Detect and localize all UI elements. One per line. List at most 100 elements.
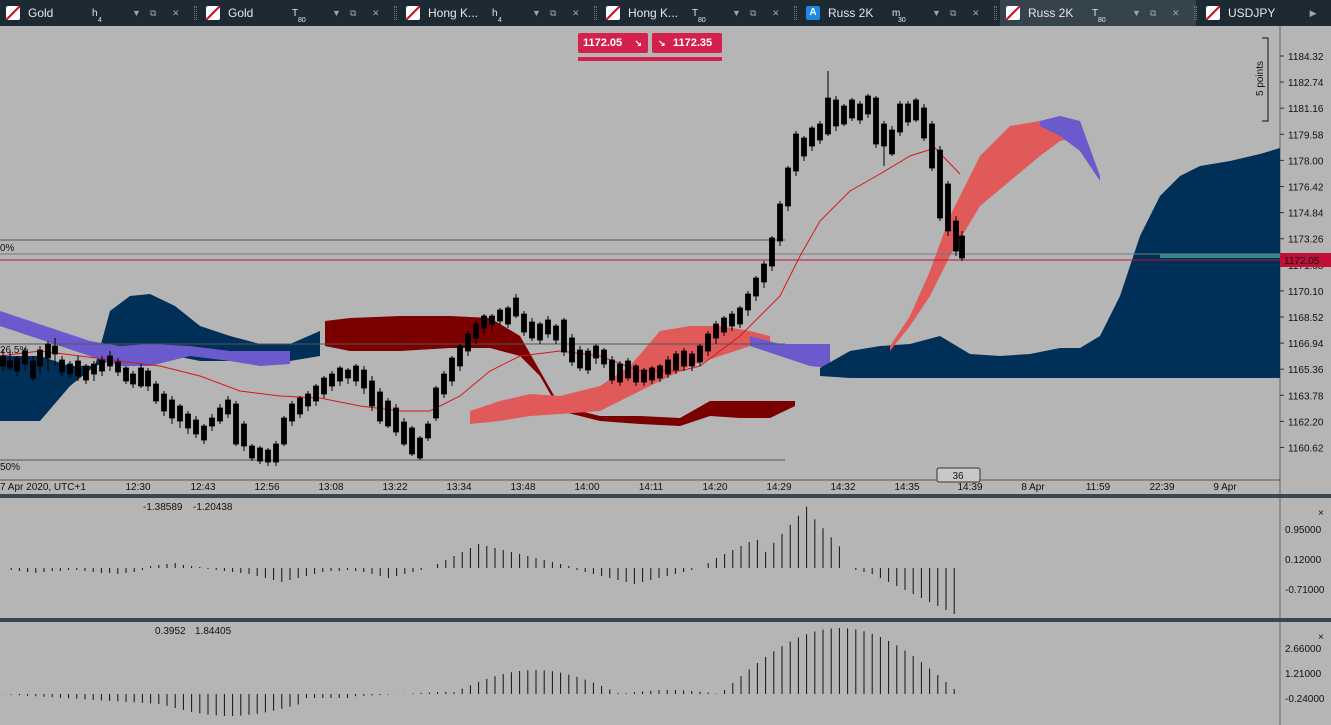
ind1-axis-label: 0.12000 — [1285, 555, 1322, 566]
timeframe-label[interactable]: T 80 — [1092, 8, 1132, 24]
bid-arrow-icon: ↘ — [634, 38, 642, 48]
indicator-pane-2[interactable]: 0.3952 1.84405 2.66000 1.21000 -0.24000 × — [0, 622, 1331, 725]
dropdown-icon[interactable]: ▼ — [332, 8, 350, 18]
tab-5[interactable]: Russ 2K T 80 ▼ ⧉ ✕ — [994, 0, 1196, 26]
candle-body — [130, 373, 136, 385]
candlesticks[interactable] — [0, 71, 965, 466]
time-axis-label: 14:39 — [957, 482, 982, 493]
grip-icon[interactable] — [1194, 6, 1197, 20]
detach-icon[interactable]: ⧉ — [350, 8, 372, 19]
timeframe-label[interactable]: h4 — [492, 8, 532, 24]
detach-icon[interactable]: ⧉ — [950, 8, 972, 19]
close-icon[interactable]: ✕ — [772, 8, 794, 19]
candle-body — [449, 357, 455, 382]
candle-body — [67, 363, 73, 375]
timeframe-label[interactable]: m 30 — [892, 8, 932, 24]
time-axis-label: 14:00 — [574, 482, 599, 493]
close-icon[interactable]: ✕ — [372, 8, 394, 19]
candle-body — [37, 349, 43, 367]
grip-icon[interactable] — [994, 6, 997, 20]
candle-body — [265, 449, 271, 463]
candle-body — [881, 123, 887, 147]
candle-body — [337, 367, 343, 382]
price-box[interactable]: 1172.05 ↘ ↘ 1172.35 — [578, 33, 722, 59]
candle-body — [385, 400, 391, 427]
candle-body — [361, 369, 367, 389]
candle-body — [297, 397, 303, 415]
detach-icon[interactable]: ⧉ — [1150, 8, 1172, 19]
candle-body — [249, 445, 255, 459]
close-icon[interactable]: ✕ — [972, 8, 994, 19]
kumo-bull-red-right — [890, 116, 1080, 351]
dropdown-icon[interactable]: ▼ — [532, 8, 550, 18]
ind2-value-1: 0.3952 — [155, 626, 186, 637]
tab-1[interactable]: Gold T 80 ▼ ⧉ ✕ — [194, 0, 396, 26]
tab-4[interactable]: A Russ 2K m 30 ▼ ⧉ ✕ — [794, 0, 996, 26]
tab-0[interactable]: Gold h 4 ▼ ⧉ ✕ — [0, 0, 196, 26]
candle-body — [14, 357, 20, 372]
tab-3[interactable]: Hong K... T 80 ▼ ⧉ ✕ — [594, 0, 796, 26]
candle-body — [489, 315, 495, 325]
detach-icon[interactable]: ⧉ — [150, 8, 172, 19]
price-axis-label: 1166.94 — [1288, 339, 1324, 350]
candle-body — [673, 353, 679, 371]
time-axis-label: 12:43 — [190, 482, 215, 493]
time-axis-label: 14:11 — [639, 482, 664, 493]
bid-button[interactable]: 1172.05 ↘ — [578, 33, 648, 53]
candle-body — [705, 333, 711, 352]
grip-icon[interactable] — [394, 6, 397, 20]
badge-text: A — [809, 7, 817, 18]
bid-price: 1172.05 — [583, 37, 623, 49]
close-icon[interactable]: ✕ — [1172, 8, 1194, 19]
close-icon[interactable]: ✕ — [172, 8, 194, 19]
time-axis-label: 11:59 — [1086, 482, 1111, 493]
dropdown-icon[interactable]: ▼ — [1132, 8, 1150, 18]
candle-body — [577, 349, 583, 369]
candle-body — [833, 99, 839, 127]
time-axis-label: 13:48 — [510, 482, 535, 493]
grip-icon[interactable] — [194, 6, 197, 20]
candle-body — [777, 203, 783, 242]
candle-body — [138, 367, 144, 387]
current-price-label: 1172.05 — [1284, 256, 1320, 267]
ask-button[interactable]: ↘ 1172.35 — [652, 33, 722, 53]
dropdown-icon[interactable]: ▼ — [732, 8, 750, 18]
close-icon: × — [1318, 632, 1324, 643]
candle-body — [401, 421, 407, 445]
tab-6[interactable]: USDJPY ▶ — [1194, 0, 1331, 26]
timeframe-label[interactable]: T 80 — [692, 8, 732, 24]
price-chart[interactable]: 0%26.5%50%1184.321182.741181.161179.5811… — [0, 26, 1331, 494]
candle-body — [689, 353, 695, 367]
red-chart-icon — [6, 6, 20, 20]
grip-icon[interactable] — [594, 6, 597, 20]
tab-symbol: Gold — [228, 6, 254, 20]
candle-body — [321, 377, 327, 395]
close-icon[interactable]: ✕ — [572, 8, 594, 19]
candle-body — [75, 360, 81, 377]
detach-icon[interactable]: ⧉ — [550, 8, 572, 19]
cursor-label: 36 — [952, 471, 964, 482]
a-badge-icon: A — [806, 6, 820, 20]
candle-body — [641, 369, 647, 383]
price-axis-label: 1162.20 — [1288, 417, 1324, 428]
detach-icon[interactable]: ⧉ — [750, 8, 772, 19]
candle-body — [649, 367, 655, 381]
grip-icon[interactable] — [794, 6, 797, 20]
tab-2[interactable]: Hong K... h 4 ▼ ⧉ ✕ — [394, 0, 596, 26]
price-axis-label: 1174.84 — [1288, 209, 1324, 220]
dropdown-icon[interactable]: ▼ — [132, 8, 150, 18]
scale-label: 5 points — [1255, 61, 1266, 96]
candle-body — [697, 345, 703, 363]
candle-body — [91, 363, 97, 375]
candle-body — [257, 447, 263, 462]
scroll-tabs-icon[interactable]: ▶ — [1310, 8, 1331, 19]
candle-body — [313, 385, 319, 402]
ind1-value-1: -1.38589 — [143, 502, 183, 513]
indicator-pane-1[interactable]: -1.38589 -1.20438 0.95000 0.12000 -0.71000 × — [0, 498, 1331, 618]
candle-body — [233, 403, 239, 445]
timeframe-label[interactable]: T 80 — [292, 8, 332, 24]
timeframe-label[interactable]: h4 — [92, 8, 132, 24]
dropdown-icon[interactable]: ▼ — [932, 8, 950, 18]
time-axis-label: 12:56 — [254, 482, 279, 493]
ind2-histogram — [2, 628, 955, 716]
